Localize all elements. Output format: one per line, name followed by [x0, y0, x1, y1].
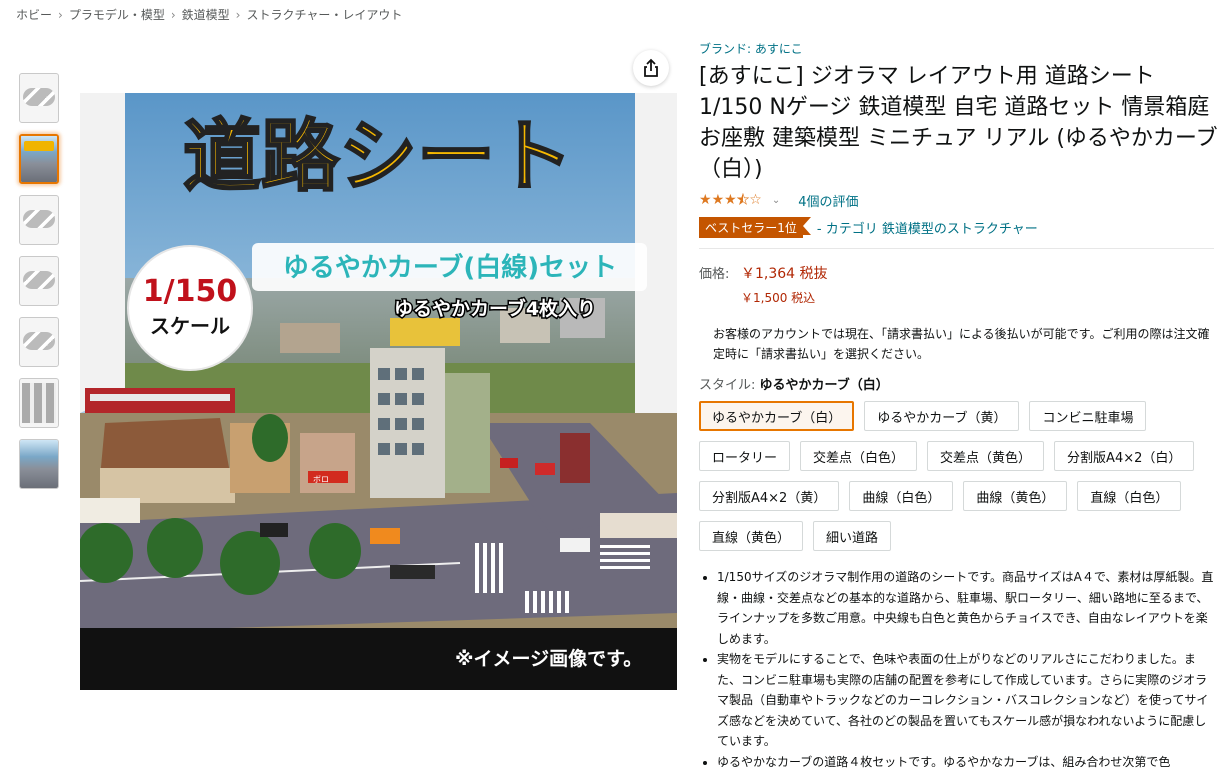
bestseller-row: ベストセラー1位 - カテゴリ 鉄道模型のストラクチャー — [699, 217, 1219, 238]
thumbnail-6[interactable] — [19, 378, 59, 428]
style-option-convenience-parking[interactable]: コンビニ駐車場 — [1029, 401, 1146, 431]
scale-number-text: 1/150 — [143, 274, 237, 309]
share-icon — [642, 58, 660, 78]
thumbnail-title-graphic — [24, 141, 54, 151]
price-row: 価格: ￥1,364 税抜 — [699, 263, 1219, 283]
style-option-curve-yellow[interactable]: ゆるやかカーブ（黄） — [864, 401, 1019, 431]
shop-sign-text: ボロ — [313, 475, 329, 484]
share-button[interactable] — [633, 50, 669, 86]
star-full-icon: ★ — [712, 192, 725, 208]
chevron-down-icon[interactable]: ⌄ — [772, 195, 780, 206]
style-option-narrow-road[interactable]: 細い道路 — [813, 521, 891, 551]
main-product-image[interactable]: ※イメージ画像です。 1/150 スケール 道路シート ゆるやかカーブ(白線)セ… — [80, 93, 677, 690]
style-option-straight-yellow[interactable]: 直線（黄色） — [699, 521, 803, 551]
style-label: スタイル: — [699, 378, 755, 393]
thumbnail-2-selected[interactable] — [19, 134, 59, 184]
image-title-text: 道路シート — [183, 112, 573, 202]
thumbnail-7[interactable] — [19, 439, 59, 489]
style-option-intersection-yellow[interactable]: 交差点（黄色） — [927, 441, 1044, 471]
brand-link[interactable]: ブランド: あすにこ — [699, 40, 1219, 57]
price-value: ￥1,364 税抜 — [741, 263, 828, 283]
breadcrumb: ホビー › プラモデル・模型 › 鉄道模型 › ストラクチャー・レイアウト — [16, 6, 402, 23]
style-option-intersection-white[interactable]: 交差点（白色） — [800, 441, 917, 471]
product-info: ブランド: あすにこ [あすにこ] ジオラマ レイアウト用 道路シート 1/15… — [699, 40, 1219, 772]
star-full-icon: ★ — [724, 192, 737, 208]
style-options: ゆるやかカーブ（白） ゆるやかカーブ（黄） コンビニ駐車場 ロータリー 交差点（… — [699, 401, 1214, 561]
bestseller-category-link[interactable]: - カテゴリ 鉄道模型のストラクチャー — [817, 218, 1038, 237]
price-label: 価格: — [699, 263, 741, 282]
divider — [699, 248, 1214, 249]
rating-count-link[interactable]: 4個の評価 — [798, 191, 858, 210]
star-half-icon: ★ — [737, 192, 750, 208]
breadcrumb-item-structure[interactable]: ストラクチャー・レイアウト — [246, 8, 402, 22]
thumbnail-road-graphic — [23, 210, 55, 228]
breadcrumb-item-plamodel[interactable]: プラモデル・模型 — [69, 8, 165, 22]
breadcrumb-item-railway[interactable]: 鉄道模型 — [182, 8, 230, 22]
bestseller-badge[interactable]: ベストセラー1位 — [699, 217, 803, 238]
style-option-split-yellow[interactable]: 分割版A4×2（黄） — [699, 481, 839, 511]
thumbnail-3[interactable] — [19, 195, 59, 245]
style-value: ゆるやかカーブ（白） — [760, 378, 889, 393]
thumbnail-5[interactable] — [19, 317, 59, 367]
style-option-bend-white[interactable]: 曲線（白色） — [849, 481, 953, 511]
rating-stars[interactable]: ★ ★ ★ ★ ☆ — [699, 192, 762, 208]
style-option-rotary[interactable]: ロータリー — [699, 441, 790, 471]
thumbnail-photo-graphic — [20, 440, 58, 488]
breadcrumb-separator: › — [236, 8, 241, 22]
feature-bullet-1: 1/150サイズのジオラマ制作用の道路のシートです。商品サイズはA４で、素材は厚… — [717, 567, 1217, 649]
thumbnail-road-graphic — [23, 88, 55, 106]
thumbnail-1[interactable] — [19, 73, 59, 123]
breadcrumb-item-hobby[interactable]: ホビー — [16, 8, 52, 22]
feature-bullet-2: 実物をモデルにすることで、色味や表面の仕上がりなどのリアルさにこだわりました。ま… — [717, 649, 1217, 752]
scale-label-text: スケール — [150, 314, 230, 338]
thumbnail-4[interactable] — [19, 256, 59, 306]
thumbnail-road-graphic — [22, 383, 56, 423]
style-row: スタイル: ゆるやかカーブ（白） — [699, 374, 1219, 393]
thumbnail-road-graphic — [23, 332, 55, 350]
style-option-split-white[interactable]: 分割版A4×2（白） — [1054, 441, 1194, 471]
star-full-icon: ★ — [699, 192, 712, 208]
style-option-straight-white[interactable]: 直線（白色） — [1077, 481, 1181, 511]
product-image-graphic: ※イメージ画像です。 1/150 スケール 道路シート ゆるやかカーブ(白線)セ… — [80, 93, 677, 690]
image-subline-text: ゆるやかカーブ4枚入り — [394, 297, 596, 320]
feature-bullets: 1/150サイズのジオラマ制作用の道路のシートです。商品サイズはA４で、素材は厚… — [699, 567, 1217, 772]
feature-bullet-3: ゆるやかなカーブの道路４枚セットです。ゆるやかなカーブは、組み合わせ次第で色 — [717, 752, 1217, 772]
thumbnail-strip — [19, 73, 59, 500]
style-option-bend-yellow[interactable]: 曲線（黄色） — [963, 481, 1067, 511]
breadcrumb-separator: › — [171, 8, 176, 22]
thumbnail-road-graphic — [23, 271, 55, 289]
style-option-curve-white[interactable]: ゆるやかカーブ（白） — [699, 401, 854, 431]
product-title: [あすにこ] ジオラマ レイアウト用 道路シート 1/150 Nゲージ 鉄道模型… — [699, 61, 1219, 185]
image-subtitle-text: ゆるやかカーブ(白線)セット — [283, 252, 617, 283]
payment-notice: お客様のアカウントでは現在、「請求書払い」による後払いが可能です。ご利用の際は注… — [713, 324, 1213, 364]
breadcrumb-separator: › — [58, 8, 63, 22]
price-tax-included: ￥1,500 税込 — [741, 289, 1219, 306]
rating-row: ★ ★ ★ ★ ☆ ⌄ 4個の評価 — [699, 191, 1219, 209]
image-note-text: ※イメージ画像です。 — [455, 647, 642, 670]
star-empty-icon: ☆ — [749, 192, 762, 208]
